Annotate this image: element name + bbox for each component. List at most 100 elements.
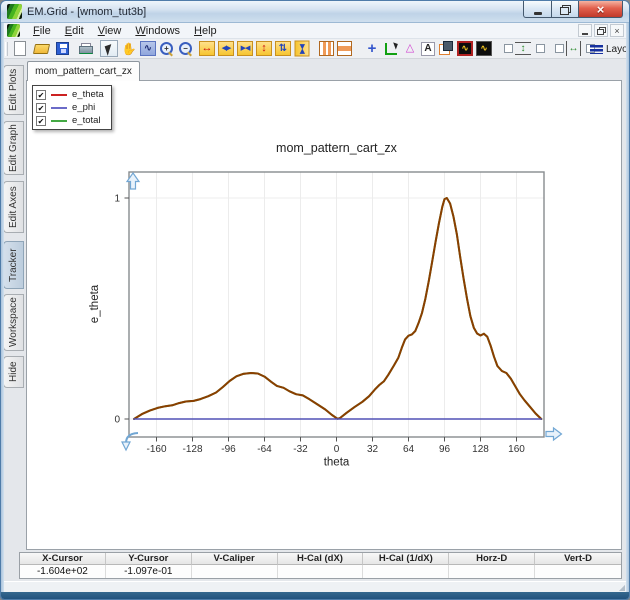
- mdi-minimize-icon: [582, 32, 588, 35]
- legend-checkbox-e-phi[interactable]: ✔: [36, 102, 46, 113]
- legend-swatch-e-total: [51, 119, 67, 122]
- svg-text:160: 160: [508, 444, 525, 455]
- mdi-restore-icon: [597, 26, 606, 35]
- compress-y-button[interactable]: ▶◀: [294, 40, 310, 57]
- readout-value-v-caliper: [192, 565, 278, 578]
- tab-mom-pattern-cart-zx[interactable]: mom_pattern_cart_zx: [27, 61, 140, 81]
- add-marker-button[interactable]: +: [364, 41, 380, 56]
- sidebar-tab-workspace[interactable]: Workspace: [3, 294, 24, 351]
- sidebar-tab-edit-plots[interactable]: Edit Plots: [3, 65, 24, 115]
- menu-edit[interactable]: Edit: [58, 24, 91, 38]
- layout-bars-icon: [590, 44, 603, 54]
- menu-help[interactable]: Help: [187, 24, 224, 38]
- v-caliper-right-checkbox[interactable]: [536, 44, 545, 53]
- v-caliper-button[interactable]: ↕: [515, 42, 531, 55]
- svg-text:96: 96: [439, 444, 451, 455]
- trace-style-dim-button[interactable]: ∿: [476, 41, 492, 56]
- readout-header-h-cal-1dx: H-Cal (1/dX): [363, 553, 450, 565]
- legend-label: e_theta: [72, 89, 104, 100]
- scroll-x-button[interactable]: ◀▶: [218, 41, 234, 56]
- mdi-restore-button[interactable]: [594, 24, 608, 37]
- tracker-button[interactable]: [383, 41, 399, 56]
- svg-text:128: 128: [472, 444, 489, 455]
- v-caliper-left-checkbox[interactable]: [504, 44, 513, 53]
- readout-value-h-cal-1dx: [363, 565, 450, 578]
- minimize-button[interactable]: [523, 1, 551, 18]
- readout-value-vert-d: [535, 565, 621, 578]
- new-document-button[interactable]: [14, 41, 26, 56]
- pan-hand-button[interactable]: ✋: [121, 41, 137, 56]
- scroll-y-button[interactable]: ⇅: [275, 41, 291, 56]
- sidebar-tab-label: Edit Axes: [8, 186, 19, 228]
- readout-value-h-cal-dx: [278, 565, 364, 578]
- autoscale-fit-button[interactable]: ∿: [140, 41, 156, 56]
- menu-file[interactable]: File: [26, 24, 58, 38]
- mdi-close-button[interactable]: ×: [610, 24, 624, 37]
- svg-text:1: 1: [114, 194, 120, 205]
- zoom-in-button[interactable]: [159, 41, 175, 56]
- menu-windows[interactable]: Windows: [128, 24, 187, 38]
- legend-checkbox-e-total[interactable]: ✔: [36, 115, 46, 126]
- h-caliper-button[interactable]: ↔: [566, 41, 581, 56]
- y-axis-label: e_theta: [89, 284, 101, 323]
- legend-row-e-total: ✔ e_total: [36, 114, 104, 127]
- sidebar-tab-label: Hide: [8, 361, 19, 383]
- sidebar-tab-tracker[interactable]: Tracker: [3, 241, 24, 289]
- window-title: EM.Grid - [wmom_tut3b]: [27, 5, 147, 18]
- close-icon: ×: [596, 1, 605, 17]
- legend-label: e_total: [72, 115, 101, 126]
- sidebar-tab-edit-axes[interactable]: Edit Axes: [3, 181, 24, 233]
- maximize-icon: [560, 4, 571, 15]
- print-button[interactable]: [78, 41, 93, 56]
- compress-x-button[interactable]: ▶◀: [237, 41, 253, 56]
- close-button[interactable]: ×: [578, 1, 623, 18]
- document-icon[interactable]: [7, 24, 20, 37]
- toolbar: ✋ ∿ ↔ ◀▶ ▶◀ ↕ ⇅ ▶◀ + △ A ∿ ∿ ↕ ↔ Layout: [2, 39, 629, 59]
- window-frame-right: [626, 23, 629, 593]
- pan-right-arrow-icon[interactable]: [545, 426, 563, 442]
- split-vertical-button[interactable]: [319, 41, 334, 56]
- readout-header-v-caliper: V-Caliper: [191, 553, 278, 565]
- expand-x-button[interactable]: ↔: [199, 41, 215, 56]
- svg-text:-160: -160: [146, 444, 166, 455]
- plot-panel: -160 -128 -96 -64 -32 0 32 64 96 128 160 0 1 mom_pat…: [26, 80, 622, 550]
- expand-y-button[interactable]: ↕: [256, 41, 272, 56]
- legend-swatch-e-phi: [51, 106, 67, 109]
- plot-canvas[interactable]: -160 -128 -96 -64 -32 0 32 64 96 128 160 0 1 mom_pat…: [27, 81, 621, 549]
- window-frame-left: [1, 23, 4, 593]
- toolbar-grip[interactable]: [5, 41, 8, 56]
- overlay-panels-button[interactable]: [438, 41, 454, 56]
- cursor-readout-table: X-Cursor Y-Cursor V-Caliper H-Cal (dX) H…: [19, 552, 622, 579]
- layout-button[interactable]: Layout: [590, 41, 629, 57]
- annotation-button[interactable]: A: [421, 41, 435, 56]
- readout-header-vert-d: Vert-D: [535, 553, 621, 565]
- sidebar-tab-hide[interactable]: Hide: [3, 356, 24, 388]
- pan-down-arrow-icon[interactable]: [121, 441, 131, 452]
- readout-header-x-cursor: X-Cursor: [20, 553, 106, 565]
- legend-checkbox-e-theta[interactable]: ✔: [36, 89, 46, 100]
- svg-text:32: 32: [367, 444, 379, 455]
- save-button[interactable]: [56, 42, 69, 55]
- readout-header-y-cursor: Y-Cursor: [105, 553, 192, 565]
- maximize-button[interactable]: [551, 1, 578, 18]
- zoom-out-button[interactable]: [178, 41, 194, 56]
- mdi-minimize-button[interactable]: [578, 24, 592, 37]
- legend-row-e-theta: ✔ e_theta: [36, 88, 104, 101]
- svg-text:0: 0: [114, 415, 120, 426]
- sidebar-tab-label: Tracker: [8, 248, 19, 282]
- caliper-button[interactable]: △: [402, 41, 418, 56]
- split-horizontal-button[interactable]: [337, 41, 352, 56]
- h-caliper-left-checkbox[interactable]: [555, 44, 564, 53]
- menu-view[interactable]: View: [91, 24, 129, 38]
- sidebar-tab-label: Edit Plots: [8, 68, 19, 112]
- sidebar-tab-label: Edit Graph: [8, 124, 19, 172]
- select-pointer-button[interactable]: [100, 40, 118, 57]
- trace-style-bright-button[interactable]: ∿: [457, 41, 473, 56]
- sidebar-tab-label: Workspace: [8, 297, 19, 348]
- sidebar-tab-edit-graph[interactable]: Edit Graph: [3, 121, 24, 175]
- resize-grip[interactable]: ◢: [619, 583, 625, 592]
- svg-text:-96: -96: [221, 444, 236, 455]
- app-logo-icon: [7, 4, 22, 19]
- x-axis-label: theta: [324, 457, 350, 469]
- open-file-button[interactable]: [33, 41, 49, 56]
